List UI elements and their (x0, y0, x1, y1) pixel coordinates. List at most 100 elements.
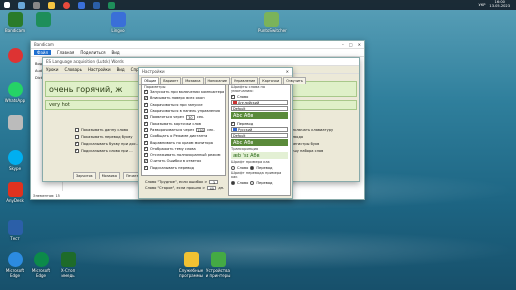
bottom-tab[interactable]: Зарчиток (73, 172, 96, 179)
checkbox[interactable] (144, 102, 148, 107)
param-row[interactable]: Подсказывать перевод (142, 165, 225, 171)
font-select[interactable]: Default (231, 133, 288, 138)
checkbox[interactable] (75, 127, 79, 132)
checkbox[interactable] (231, 121, 235, 126)
desktop-icon[interactable]: Bandicam (2, 12, 28, 34)
desktop-icon[interactable]: AnyDesk (2, 182, 28, 204)
settings-tab[interactable]: Общие (141, 77, 160, 84)
skype-icon (7, 150, 23, 165)
taskview-icon[interactable] (33, 1, 40, 9)
menu-item[interactable]: Словарь (64, 67, 82, 72)
menu-item[interactable]: Уроки (46, 67, 58, 72)
font-sample: Abc Абв (231, 112, 288, 119)
checkbox[interactable] (75, 141, 79, 146)
trainer-titlebar[interactable]: ES Language acquisition (Lutsk) Words (43, 58, 359, 66)
keyboard-language[interactable]: УКР (479, 3, 486, 7)
desktop-icon[interactable] (2, 115, 28, 132)
settings-dialog[interactable]: Настройки ✕ Общие Вариант Мозаика Написа… (138, 67, 306, 199)
menu-item[interactable]: Вид (117, 67, 125, 72)
app-icon-3[interactable] (108, 1, 115, 9)
checkbox[interactable] (144, 134, 148, 139)
language-select[interactable]: Русский (231, 127, 288, 132)
spin-input[interactable]: 3 (209, 179, 219, 185)
ribbon-tab[interactable]: Поделиться (80, 50, 105, 55)
settings-tab[interactable]: Озвучить (283, 77, 306, 84)
desktop-icon[interactable] (2, 48, 28, 65)
settings-tab[interactable]: Вариант (160, 77, 182, 84)
checkbox[interactable] (144, 153, 148, 158)
spin-input[interactable]: 40 (207, 185, 217, 191)
desktop-icon[interactable]: Служебные программы (178, 252, 204, 278)
explorer-icon[interactable] (48, 1, 55, 9)
checkbox[interactable] (144, 96, 148, 101)
radio-row[interactable]: Слово Перевод (229, 179, 290, 186)
checkbox[interactable] (144, 127, 148, 132)
checkbox[interactable] (144, 109, 148, 114)
checkbox[interactable] (144, 159, 148, 164)
option-row[interactable]: Подсказывать слово при ... (73, 147, 139, 154)
app-icon[interactable] (78, 1, 85, 9)
option-row[interactable]: Показывать перевод букву (73, 133, 139, 140)
checkbox[interactable] (144, 140, 148, 145)
clock-date: 13.05.2023 (489, 4, 510, 8)
desktop-icon[interactable] (30, 12, 56, 29)
chrome-icon[interactable] (63, 1, 70, 9)
settings-tab[interactable]: Написание (204, 77, 230, 84)
settings-tab[interactable]: Карточки (259, 77, 283, 84)
settings-tab[interactable]: Мозаика (182, 77, 204, 84)
ribbon-tab[interactable]: Файл (34, 50, 52, 55)
spin-input[interactable]: 150 (196, 127, 206, 132)
checkbox[interactable] (144, 115, 148, 120)
explorer-titlebar[interactable]: Bandicam – □ ✕ (31, 41, 364, 49)
maximize-icon[interactable]: □ (349, 42, 353, 47)
checkbox[interactable] (75, 148, 79, 153)
ribbon-tab[interactable]: Главная (57, 50, 74, 55)
font-row[interactable]: Слово (229, 93, 290, 100)
checkbox[interactable] (144, 146, 148, 151)
status-bar: Элементов: 15 (33, 194, 60, 198)
desktop-icon[interactable]: Х-Стоп имедь (55, 252, 81, 278)
utilities-folder-icon (183, 252, 199, 267)
close-icon[interactable]: ✕ (358, 42, 361, 47)
language-select[interactable]: Английский (231, 100, 288, 105)
app-icon (35, 12, 51, 27)
minimize-icon[interactable]: – (342, 42, 344, 47)
fonts-panel: Шрифты слова по умолчанию: Слово Английс… (228, 84, 291, 196)
checkbox[interactable] (144, 165, 148, 170)
option-row[interactable]: Показывать данну слово (73, 126, 139, 133)
checkbox[interactable] (144, 90, 148, 95)
bottom-tab[interactable]: Мозаика (98, 172, 120, 179)
app-icon-2[interactable] (93, 1, 100, 9)
desktop-icon[interactable]: Microsoft Edge (2, 252, 28, 278)
app-icon (7, 48, 23, 63)
checkbox[interactable] (231, 94, 235, 99)
checkbox[interactable] (75, 134, 79, 139)
search-icon[interactable] (18, 1, 25, 9)
desktop-icon[interactable]: Microsoft Edge (28, 252, 54, 278)
option-row[interactable]: Подсказывать букву при дос... (73, 140, 139, 147)
desktop-icon[interactable]: WhatsApp (2, 82, 28, 104)
settings-tab[interactable]: Управление (231, 77, 259, 84)
desktop-icon[interactable]: PuntoSwitcher (258, 12, 287, 34)
settings-titlebar[interactable]: Настройки ✕ (139, 68, 292, 76)
desktop-icon[interactable]: Lingvo (105, 12, 131, 34)
radio[interactable] (250, 165, 255, 170)
font-row[interactable]: Перевод (229, 120, 290, 127)
start-icon[interactable] (4, 2, 10, 8)
close-icon[interactable]: ✕ (286, 69, 289, 74)
document-icon (7, 220, 23, 235)
desktop-icon[interactable]: Устройства и принтеры (205, 252, 231, 278)
desktop-icon[interactable]: Тест (2, 220, 28, 242)
font-sample: Abc Абв (231, 139, 288, 146)
menu-item[interactable]: Настройки (88, 67, 111, 72)
checkbox[interactable] (144, 121, 148, 126)
desktop-icon[interactable]: Skype (2, 150, 28, 172)
font-select[interactable]: Default (231, 106, 288, 111)
radio[interactable] (231, 180, 235, 185)
xstop-icon (60, 252, 76, 267)
ribbon-tab[interactable]: Вид (111, 50, 119, 55)
radio[interactable] (250, 180, 255, 185)
radio-row[interactable]: Слово Перевод (229, 164, 290, 171)
radio[interactable] (231, 165, 235, 170)
spin-input[interactable]: 30 (185, 115, 195, 120)
